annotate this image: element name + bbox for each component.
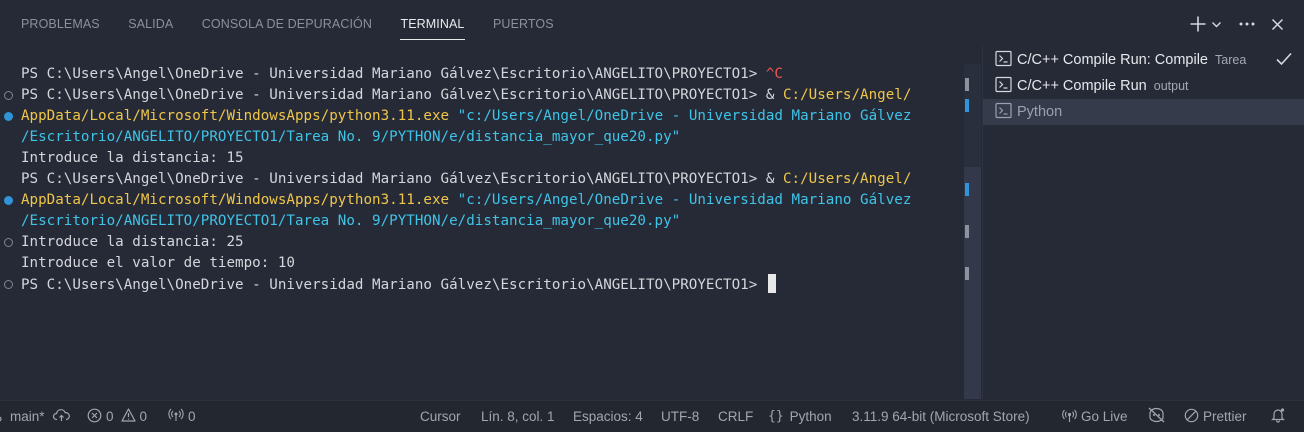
terminal-text-segment: AppData/Local/Microsoft/WindowsApps/pyth…	[21, 192, 450, 208]
cursor-mode[interactable]: Cursor	[420, 401, 461, 432]
prettier-status[interactable]: Prettier	[1184, 401, 1247, 432]
terminal-text-segment: "c:/Users/Angel/OneDrive - Universidad M…	[449, 108, 912, 124]
terminal-line: PS C:\Users\Angel\OneDrive - Universidad…	[21, 85, 911, 106]
terminal-icon	[995, 102, 1012, 123]
terminal-item-desc: Tarea	[1215, 53, 1247, 67]
terminal-item-name: Python	[1017, 104, 1063, 120]
warning-count: 0	[139, 409, 148, 424]
terminal-item-desc: output	[1153, 79, 1189, 93]
terminal-text-segment: Introduce la distancia: 15	[21, 150, 244, 166]
line-col-indicator[interactable]: Lín. 8, col. 1	[481, 401, 555, 432]
terminal-text-segment: PS C:\Users\Angel\OneDrive - Universidad…	[21, 87, 783, 103]
terminal-line: AppData/Local/Microsoft/WindowsApps/pyth…	[21, 106, 911, 127]
git-branch-icon	[0, 408, 10, 425]
terminal-tabs-list: C/C++ Compile Run: Compile Tarea C/C++ C…	[982, 46, 1304, 400]
command-decoration-dot[interactable]	[4, 91, 13, 100]
prohibited-icon	[1184, 408, 1203, 426]
braces-icon: {}	[768, 409, 784, 424]
terminal-text-segment: Introduce la distancia: 25	[21, 234, 244, 250]
terminal-line: PS C:\Users\Angel\OneDrive - Universidad…	[21, 274, 776, 295]
git-branch[interactable]: main*	[0, 401, 45, 432]
terminal-line: PS C:\Users\Angel\OneDrive - Universidad…	[21, 64, 783, 85]
command-marker	[965, 99, 969, 112]
terminal-scrollbar[interactable]	[964, 64, 981, 399]
sync-button[interactable]	[52, 401, 74, 432]
terminal-text-segment: AppData/Local/Microsoft/WindowsApps/pyth…	[21, 108, 450, 124]
close-icon[interactable]	[1264, 12, 1290, 36]
terminal-item-name: C/C++ Compile Run	[1017, 78, 1147, 94]
command-marker	[965, 78, 969, 91]
panel-tabs: PROBLEMAS SALIDA CONSOLA DE DEPURACIÓN T…	[21, 17, 582, 40]
terminal-item-python[interactable]: Python	[983, 99, 1304, 125]
copilot-status[interactable]	[1147, 401, 1170, 432]
command-marker	[965, 225, 969, 238]
terminal-item-name: C/C++ Compile Run: Compile	[1017, 52, 1208, 68]
ports-indicator[interactable]: 0	[168, 401, 196, 432]
terminal-output[interactable]: PS C:\Users\Angel\OneDrive - Universidad…	[0, 50, 962, 400]
terminal-line: Introduce la distancia: 15	[21, 148, 244, 169]
terminal-line: Introduce el valor de tiempo: 10	[21, 253, 295, 274]
terminal-item-compile-run[interactable]: C/C++ Compile Run output	[983, 73, 1304, 99]
terminal-text-segment: PS C:\Users\Angel\OneDrive - Universidad…	[21, 66, 766, 82]
command-success-dot[interactable]	[4, 196, 13, 205]
error-icon	[87, 408, 106, 426]
command-decoration-dot[interactable]	[4, 280, 13, 289]
go-live-label: Go Live	[1081, 409, 1128, 424]
go-live-button[interactable]: Go Live	[1062, 401, 1128, 432]
copilot-disabled-icon	[1147, 407, 1170, 426]
command-success-dot[interactable]	[4, 112, 13, 121]
tab-consola-depuracion[interactable]: CONSOLA DE DEPURACIÓN	[202, 17, 372, 40]
tab-salida[interactable]: SALIDA	[128, 17, 173, 40]
terminal-icon	[995, 76, 1012, 97]
terminal-line: /Escritorio/ANGELITO/PROYECTO1/Tarea No.…	[21, 127, 680, 148]
terminal-line: Introduce la distancia: 25	[21, 232, 244, 253]
tab-terminal[interactable]: TERMINAL	[400, 17, 465, 40]
terminal-text-segment: /Escritorio/ANGELITO/PROYECTO1/Tarea No.…	[21, 213, 681, 229]
error-count: 0	[106, 409, 114, 424]
command-marker	[965, 267, 969, 280]
ports-count: 0	[188, 409, 196, 424]
encoding-indicator[interactable]: UTF-8	[661, 401, 699, 432]
broadcast-icon	[168, 408, 188, 425]
notifications-button[interactable]	[1270, 401, 1290, 432]
indentation-indicator[interactable]: Espacios: 4	[573, 401, 643, 432]
python-interpreter[interactable]: 3.11.9 64-bit (Microsoft Store)	[852, 401, 1030, 432]
tab-problemas[interactable]: PROBLEMAS	[21, 17, 100, 40]
more-icon[interactable]	[1234, 12, 1260, 36]
panel-tab-bar: PROBLEMAS SALIDA CONSOLA DE DEPURACIÓN T…	[0, 0, 1304, 50]
plus-icon[interactable]	[1188, 12, 1208, 36]
command-marker	[965, 183, 969, 196]
panel-actions	[1188, 12, 1290, 36]
terminal-line: PS C:\Users\Angel\OneDrive - Universidad…	[21, 169, 911, 190]
branch-name: main*	[10, 409, 45, 424]
check-icon	[1275, 50, 1293, 72]
terminal-line: AppData/Local/Microsoft/WindowsApps/pyth…	[21, 190, 911, 211]
terminal-text-segment: /Escritorio/ANGELITO/PROYECTO1/Tarea No.…	[21, 129, 681, 145]
terminal-text-segment: PS C:\Users\Angel\OneDrive - Universidad…	[21, 277, 766, 293]
status-bar: main* 0 0 0 Cursor Lín. 8, col. 1 Espaci…	[0, 400, 1304, 432]
problems-indicator[interactable]: 0 0	[87, 401, 147, 432]
warning-icon	[120, 408, 140, 425]
terminal-text-segment: "c:/Users/Angel/OneDrive - Universidad M…	[449, 192, 912, 208]
terminal-cursor	[767, 274, 776, 293]
language-label: Python	[789, 409, 832, 424]
cloud-upload-icon	[52, 408, 74, 425]
broadcast-icon	[1062, 408, 1081, 426]
language-mode[interactable]: {} Python	[768, 401, 832, 432]
terminal-text-segment: ^C	[765, 66, 783, 82]
terminal-text-segment: C:/Users/Angel/	[782, 87, 912, 103]
terminal-text-segment: C:/Users/Angel/	[782, 171, 912, 187]
terminal-text-segment: Introduce el valor de tiempo: 10	[21, 255, 295, 271]
bell-icon	[1270, 407, 1290, 426]
terminal-text-segment: PS C:\Users\Angel\OneDrive - Universidad…	[21, 171, 783, 187]
command-decoration-dot[interactable]	[4, 238, 13, 247]
terminal-item-compile[interactable]: C/C++ Compile Run: Compile Tarea	[983, 47, 1304, 73]
chevron-down-icon[interactable]	[1208, 12, 1224, 36]
eol-indicator[interactable]: CRLF	[718, 401, 753, 432]
prettier-label: Prettier	[1203, 409, 1247, 424]
terminal-line: /Escritorio/ANGELITO/PROYECTO1/Tarea No.…	[21, 211, 680, 232]
terminal-icon	[995, 50, 1012, 71]
tab-puertos[interactable]: PUERTOS	[493, 17, 554, 40]
